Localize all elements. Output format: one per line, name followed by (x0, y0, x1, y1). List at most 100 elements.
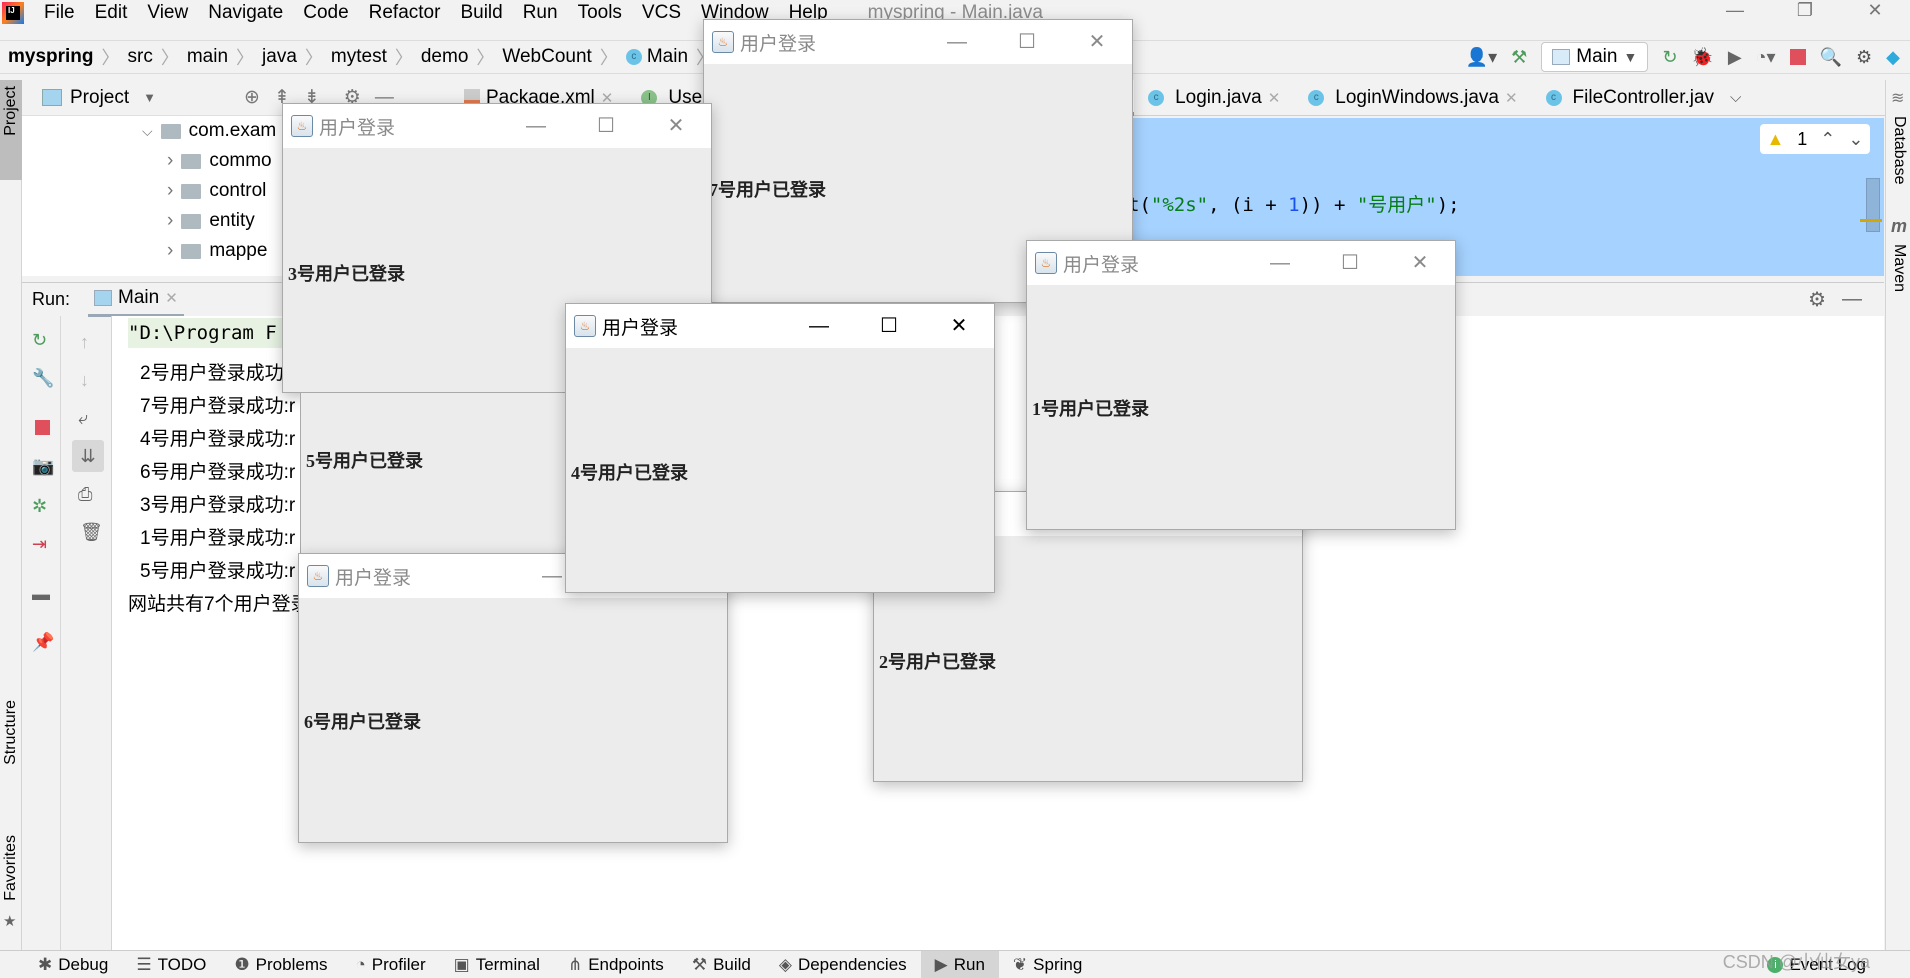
menu-navigate[interactable]: Navigate (208, 2, 283, 24)
close-tab-icon[interactable]: ✕ (165, 289, 178, 307)
maximize-icon[interactable]: ☐ (1315, 241, 1385, 285)
tool-spring[interactable]: ❦ Spring (999, 951, 1096, 978)
tool-todo[interactable]: ☰ TODO (122, 951, 220, 978)
close-icon[interactable]: ✕ (1062, 20, 1132, 64)
menu-edit[interactable]: Edit (95, 2, 128, 24)
chevron-down-icon[interactable]: ▼ (143, 90, 156, 105)
coverage-icon[interactable]: ▶ (1728, 47, 1742, 68)
menu-code[interactable]: Code (303, 2, 348, 24)
debug-icon[interactable]: 🐞 (1691, 47, 1713, 68)
tree-item[interactable]: › entity (167, 210, 255, 232)
tabs-overflow-chevron-icon[interactable]: ⌵ (1730, 89, 1741, 106)
tool-problems[interactable]: ❶ Problems (220, 951, 341, 978)
previous-highlight-icon[interactable]: ⌃ (1820, 129, 1835, 150)
next-highlight-icon[interactable]: ⌄ (1848, 129, 1863, 150)
soft-wrap-icon[interactable]: ⤶ (78, 408, 88, 429)
tool-dependencies[interactable]: ◈ Dependencies (765, 951, 921, 978)
menu-tools[interactable]: Tools (578, 2, 622, 24)
run-tab-main[interactable]: Main ✕ (88, 283, 184, 317)
project-panel-title[interactable]: Project (70, 87, 129, 109)
inspection-widget[interactable]: ▲ 1 ⌃ ⌄ (1760, 124, 1870, 154)
minimize-icon[interactable]: — (1700, 0, 1770, 26)
camera-icon[interactable]: 📷 (32, 456, 54, 477)
database-tab[interactable]: Database (1890, 116, 1908, 185)
breadcrumb-main[interactable]: main (187, 46, 228, 68)
tree-item[interactable]: › commo (167, 150, 272, 172)
tool-debug[interactable]: ✱ Debug (24, 951, 122, 978)
breadcrumb-demo[interactable]: demo (421, 46, 469, 68)
gear-icon[interactable]: ⚙ (1856, 47, 1872, 68)
project-tool-tab[interactable]: Project (0, 80, 22, 180)
breadcrumb-mytest[interactable]: mytest (331, 46, 387, 68)
tab-loginwindows-java[interactable]: c LoginWindows.java ✕ (1294, 80, 1531, 116)
minimize-icon[interactable]: — (922, 20, 992, 64)
tool-build[interactable]: ⚒ Build (678, 951, 765, 978)
rerun-icon[interactable]: ↻ (1662, 47, 1677, 68)
account-icon[interactable]: 👤▾ (1466, 47, 1497, 68)
tool-run[interactable]: ▶ Run (920, 950, 999, 978)
breadcrumb-src[interactable]: src (128, 46, 153, 68)
maximize-icon[interactable]: ☐ (992, 20, 1062, 64)
window-titlebar[interactable]: ♨ 用户登录 —☐✕ (566, 304, 994, 348)
tool-terminal[interactable]: ▣ Terminal (440, 951, 554, 978)
tree-item[interactable]: ⌵ com.exam (142, 120, 276, 142)
menu-run[interactable]: Run (523, 2, 558, 24)
breadcrumb-main-class[interactable]: Main (647, 46, 688, 68)
stop-icon[interactable] (35, 420, 50, 435)
tab-login-java[interactable]: c Login.java ✕ (1134, 80, 1294, 116)
hide-panel-icon[interactable]: — (1842, 288, 1862, 311)
warning-marker[interactable] (1860, 219, 1882, 222)
menu-view[interactable]: View (147, 2, 188, 24)
down-arrow-icon[interactable]: ↓ (80, 370, 89, 391)
restore-icon[interactable]: ❐ (1770, 0, 1840, 26)
close-tab-icon[interactable]: ✕ (1268, 89, 1281, 107)
pin-icon[interactable]: 📌 (32, 632, 54, 653)
window-titlebar[interactable]: ♨ 用户登录 —☐✕ (283, 104, 711, 148)
close-tab-icon[interactable]: ✕ (1505, 89, 1518, 107)
search-icon[interactable]: 🔍 (1820, 47, 1842, 68)
tree-item[interactable]: › mappe (167, 240, 267, 262)
rerun-icon[interactable]: ↻ (32, 330, 47, 351)
maven-tab[interactable]: Maven (1890, 244, 1908, 292)
maximize-icon[interactable]: ☐ (854, 304, 924, 348)
trash-icon[interactable]: 🗑 (80, 522, 103, 543)
maximize-icon[interactable]: ☐ (571, 104, 641, 148)
favorites-tab[interactable]: Favorites (2, 835, 20, 901)
menu-file[interactable]: File (44, 2, 75, 24)
menu-build[interactable]: Build (460, 2, 502, 24)
stop-icon[interactable] (1789, 49, 1806, 65)
attach-debugger-icon[interactable]: ✲ (32, 496, 47, 517)
locate-icon[interactable]: ⊕ (244, 86, 260, 109)
close-icon[interactable]: ✕ (1385, 241, 1455, 285)
breadcrumb-webcount[interactable]: WebCount (502, 46, 591, 68)
login-window-1[interactable]: ♨ 用户登录 — ☐ ✕ 1号用户已登录 (1026, 240, 1456, 530)
breadcrumb-project[interactable]: myspring (8, 46, 94, 68)
tab-filecontroller-java[interactable]: c FileController.jav (1532, 80, 1729, 116)
structure-tab[interactable]: Structure (2, 700, 20, 765)
profiler-icon[interactable]: ◔▾ (1756, 47, 1776, 68)
wrench-icon[interactable]: 🔧 (32, 368, 54, 389)
code-with-me-icon[interactable]: ◆ (1886, 47, 1900, 68)
close-icon[interactable]: ✕ (1840, 0, 1910, 26)
print-icon[interactable]: ⎙ (78, 484, 92, 505)
login-window-4[interactable]: ♨ 用户登录 — ☐ ✕ 4号用户已登录 (565, 303, 995, 593)
tool-endpoints[interactable]: ⋔ Endpoints (554, 951, 678, 978)
exit-icon[interactable]: ⇥ (32, 534, 47, 555)
menu-refactor[interactable]: Refactor (369, 2, 441, 24)
menu-vcs[interactable]: VCS (642, 2, 681, 24)
layout-icon[interactable]: ▬ (32, 584, 50, 605)
window-titlebar[interactable]: ♨ 用户登录 —☐✕ (704, 20, 1132, 64)
minimize-icon[interactable]: — (1245, 241, 1315, 285)
up-arrow-icon[interactable]: ↑ (80, 332, 89, 353)
gear-icon[interactable]: ⚙ (1808, 287, 1826, 312)
login-window-6[interactable]: ♨用户登录 —☐✕ 6号用户已登录 (298, 553, 728, 843)
close-icon[interactable]: ✕ (641, 104, 711, 148)
tree-item[interactable]: › control (167, 180, 266, 202)
minimize-icon[interactable]: — (501, 104, 571, 148)
tool-profiler[interactable]: ◔ Profiler (341, 951, 439, 978)
minimize-icon[interactable]: — (784, 304, 854, 348)
build-hammer-icon[interactable]: ⚒ (1511, 47, 1527, 68)
scroll-to-end-icon[interactable]: ⇊ (72, 440, 104, 472)
editor-scrollbar-thumb[interactable] (1866, 178, 1880, 232)
close-icon[interactable]: ✕ (924, 304, 994, 348)
